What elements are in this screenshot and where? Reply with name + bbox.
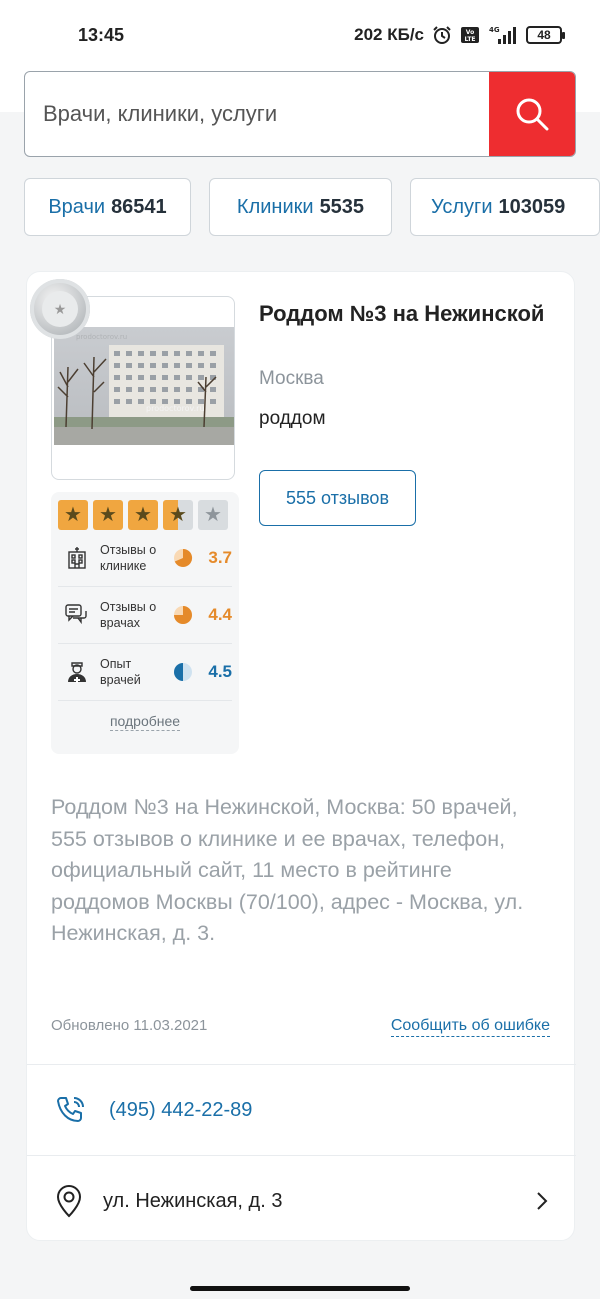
phone-row[interactable]: (495) 442-22-89 bbox=[27, 1065, 576, 1155]
svg-text:LTE: LTE bbox=[464, 36, 475, 43]
metric-label: Опыт врачей bbox=[100, 657, 141, 687]
metric-label: Отзывы о клинике bbox=[100, 543, 157, 573]
address-row[interactable]: ул. Нежинская, д. 3 bbox=[27, 1156, 576, 1246]
signal-icon: 4G bbox=[488, 25, 518, 45]
metric-clinic-reviews: Отзывы о клинике 3.7 bbox=[58, 530, 232, 587]
clinic-description: Роддом №3 на Нежинской, Москва: 50 враче… bbox=[51, 795, 524, 945]
metric-value: 3.7 bbox=[208, 548, 232, 567]
metric-label: Отзывы о врачах bbox=[100, 600, 157, 630]
pie-chart-icon bbox=[172, 605, 194, 625]
phone-number: (495) 442-22-89 bbox=[109, 1098, 253, 1121]
clinic-title[interactable]: Роддом №3 на Нежинской bbox=[259, 298, 549, 329]
category-label: Услуги bbox=[431, 195, 493, 218]
signal-label: 4G bbox=[489, 26, 500, 34]
report-error-link[interactable]: Сообщить об ошибке bbox=[390, 1017, 550, 1037]
award-badge-icon: ★ bbox=[30, 279, 90, 339]
search-button[interactable] bbox=[489, 72, 575, 156]
category-clinics[interactable]: Клиники 5535 bbox=[209, 178, 392, 236]
search-bar bbox=[24, 71, 576, 157]
address-text: ул. Нежинская, д. 3 bbox=[103, 1189, 283, 1212]
photo-watermark: prodoctorov.ru bbox=[76, 333, 127, 341]
reviews-button[interactable]: 555 отзывов bbox=[259, 470, 416, 526]
location-pin-icon bbox=[56, 1185, 82, 1218]
network-speed: 202 КБ/с bbox=[354, 25, 424, 44]
photo-watermark: prodoctorov.ru bbox=[146, 404, 205, 413]
category-services[interactable]: Услуги 103059 bbox=[410, 178, 600, 236]
metric-value: 4.5 bbox=[208, 662, 232, 681]
star-icon: ★ bbox=[128, 500, 158, 530]
rating-box: ★ ★ ★ ★ ★ Отзывы о клинике 3.7 Отзывы о … bbox=[51, 492, 239, 754]
pie-chart-icon bbox=[172, 548, 194, 568]
star-half-icon: ★ bbox=[163, 500, 193, 530]
category-label: Клиники bbox=[236, 195, 314, 218]
status-icons: 202 КБ/с Vo LTE 4G 48 bbox=[354, 25, 565, 45]
updated-date: Обновлено 11.03.2021 bbox=[51, 1017, 208, 1034]
category-doctors[interactable]: Врачи 86541 bbox=[24, 178, 191, 236]
status-bar: 13:45 202 КБ/с Vo LTE 4G 48 bbox=[0, 0, 600, 70]
clinic-building-icon bbox=[58, 546, 96, 570]
volte-icon: Vo LTE bbox=[460, 26, 480, 44]
more-details-link[interactable]: подробнее bbox=[58, 713, 232, 731]
svg-text:Vo: Vo bbox=[466, 29, 474, 36]
clinic-city: Москва bbox=[259, 368, 324, 389]
chat-bubbles-icon bbox=[58, 603, 96, 627]
search-icon bbox=[516, 98, 549, 131]
star-empty-icon: ★ bbox=[198, 500, 228, 530]
pie-chart-icon bbox=[172, 662, 194, 682]
doctor-icon bbox=[58, 660, 96, 684]
more-link-label: подробнее bbox=[109, 713, 181, 731]
category-label: Врачи bbox=[48, 195, 106, 218]
metric-doctor-reviews: Отзывы о врачах 4.4 bbox=[58, 587, 232, 644]
category-count: 5535 bbox=[319, 195, 365, 218]
clinic-card: ★ prodoctorov.ru prodoctorov.ru ★ ★ ★ ★ … bbox=[26, 271, 576, 1241]
battery-icon: 48 bbox=[526, 26, 565, 44]
clinic-type: роддом bbox=[259, 408, 326, 429]
star-icon: ★ bbox=[93, 500, 123, 530]
chevron-right-icon bbox=[537, 1192, 548, 1210]
battery-level: 48 bbox=[537, 28, 551, 42]
phone-icon bbox=[57, 1097, 84, 1122]
category-count: 103059 bbox=[498, 195, 566, 218]
clinic-building-photo: prodoctorov.ru prodoctorov.ru bbox=[54, 327, 234, 445]
search-input[interactable] bbox=[25, 72, 489, 156]
star-icon: ★ bbox=[58, 500, 88, 530]
alarm-icon bbox=[432, 25, 452, 45]
metric-value: 4.4 bbox=[208, 605, 232, 624]
metric-doctor-experience: Опыт врачей 4.5 bbox=[58, 644, 232, 701]
category-count: 86541 bbox=[111, 195, 167, 218]
status-time: 13:45 bbox=[78, 24, 125, 45]
rating-stars: ★ ★ ★ ★ ★ bbox=[58, 500, 232, 530]
home-indicator[interactable] bbox=[190, 1286, 410, 1291]
